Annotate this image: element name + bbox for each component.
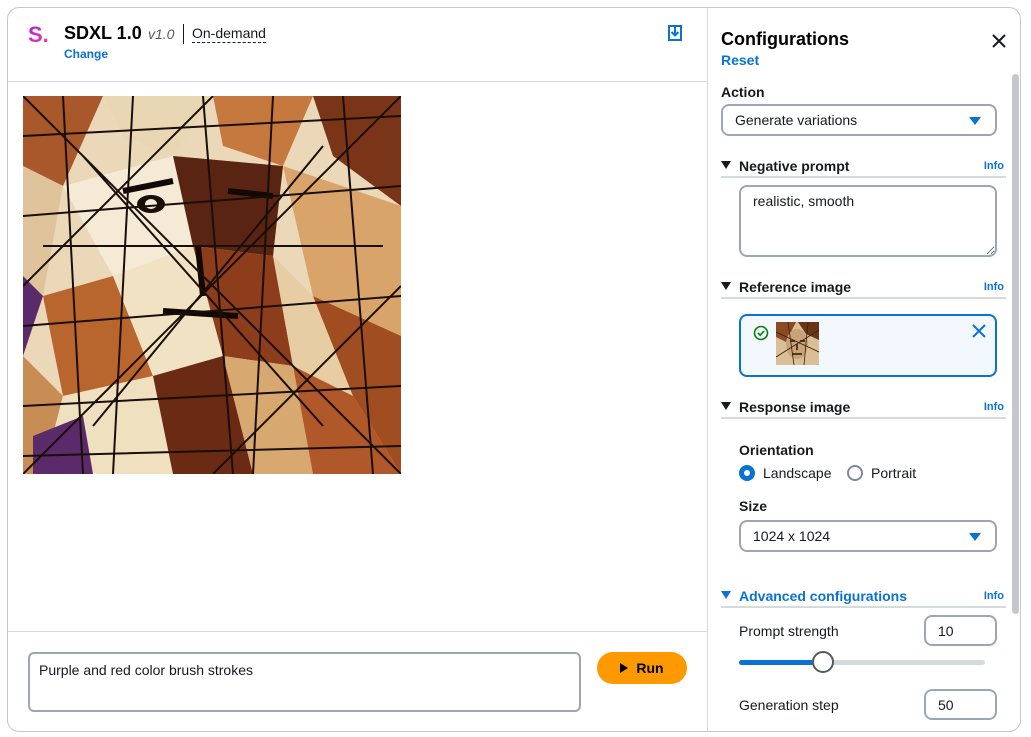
model-header: S. SDXL 1.0 v1.0 On-demand Change <box>8 8 708 82</box>
image-canvas <box>8 83 708 631</box>
change-model-link[interactable]: Change <box>64 47 108 61</box>
caret-down-icon <box>969 533 981 541</box>
response-image-info-link[interactable]: Info <box>984 401 1004 413</box>
radio-unchecked-icon <box>847 465 863 481</box>
panel-scrollbar[interactable] <box>1010 74 1020 614</box>
orientation-label: Orientation <box>739 442 814 458</box>
run-button[interactable]: Run <box>597 652 687 684</box>
orientation-portrait-radio[interactable]: Portrait <box>847 465 916 481</box>
advanced-configurations-info-link[interactable]: Info <box>984 590 1004 602</box>
radio-checked-icon <box>739 465 755 481</box>
download-icon[interactable] <box>666 24 684 42</box>
play-icon <box>620 663 629 673</box>
size-select[interactable]: 1024 x 1024 <box>739 520 997 552</box>
generation-step-input[interactable] <box>924 689 997 720</box>
cubist-portrait-image <box>23 96 401 474</box>
close-icon[interactable] <box>990 32 1008 50</box>
caret-down-icon <box>721 591 731 599</box>
orientation-landscape-label: Landscape <box>763 465 832 481</box>
orientation-landscape-radio[interactable]: Landscape <box>739 465 832 481</box>
negative-prompt-label: Negative prompt <box>739 158 850 174</box>
action-selected-value: Generate variations <box>735 112 858 128</box>
advanced-configurations-label: Advanced configurations <box>739 588 908 604</box>
action-select[interactable]: Generate variations <box>721 104 997 136</box>
prompt-strength-slider[interactable] <box>739 651 985 673</box>
negative-prompt-input[interactable]: realistic, smooth <box>739 185 997 257</box>
response-image-section[interactable]: Response image Info <box>721 399 1006 419</box>
slider-fill <box>739 660 823 665</box>
reference-image-label: Reference image <box>739 279 852 295</box>
advanced-configurations-section[interactable]: Advanced configurations Info <box>721 588 1006 608</box>
reference-image-thumbnail <box>776 322 819 365</box>
slider-thumb[interactable] <box>812 651 834 673</box>
caret-down-icon <box>721 402 731 410</box>
model-logo: S. <box>28 22 49 47</box>
configurations-panel: Configurations Reset Action Generate var… <box>709 8 1020 731</box>
throughput-mode[interactable]: On-demand <box>192 25 266 43</box>
reference-image-info-link[interactable]: Info <box>984 281 1004 293</box>
model-name: SDXL 1.0 <box>64 23 142 43</box>
success-check-icon <box>753 325 769 341</box>
panel-title: Configurations <box>721 29 849 49</box>
negative-prompt-info-link[interactable]: Info <box>984 160 1004 172</box>
size-label: Size <box>739 498 768 514</box>
playground-window: S. SDXL 1.0 v1.0 On-demand Change Purple… <box>7 7 1021 732</box>
orientation-portrait-label: Portrait <box>871 465 917 481</box>
output-pane: S. SDXL 1.0 v1.0 On-demand Change Purple… <box>8 8 708 731</box>
reset-link[interactable]: Reset <box>721 52 759 68</box>
negative-prompt-section[interactable]: Negative prompt Info <box>721 158 1006 178</box>
reference-image-section[interactable]: Reference image Info <box>721 279 1006 299</box>
model-version: v1.0 <box>148 26 175 42</box>
generation-step-label: Generation step <box>739 697 839 713</box>
scrollbar-thumb[interactable] <box>1012 74 1019 614</box>
prompt-input[interactable]: Purple and red color brush strokes <box>28 652 581 712</box>
action-label: Action <box>721 84 765 100</box>
remove-reference-image-icon[interactable] <box>971 323 987 339</box>
reference-image-token <box>739 314 997 377</box>
caret-down-icon <box>721 161 731 169</box>
generated-image[interactable] <box>23 96 401 474</box>
prompt-strength-label: Prompt strength <box>739 623 839 639</box>
header-divider <box>183 24 184 44</box>
caret-down-icon <box>969 117 981 125</box>
size-selected-value: 1024 x 1024 <box>753 528 831 544</box>
response-image-label: Response image <box>739 399 851 415</box>
prompt-strength-input[interactable] <box>924 615 997 646</box>
prompt-bar: Purple and red color brush strokes Run <box>8 631 708 731</box>
caret-down-icon <box>721 282 731 290</box>
run-button-label: Run <box>636 660 664 676</box>
